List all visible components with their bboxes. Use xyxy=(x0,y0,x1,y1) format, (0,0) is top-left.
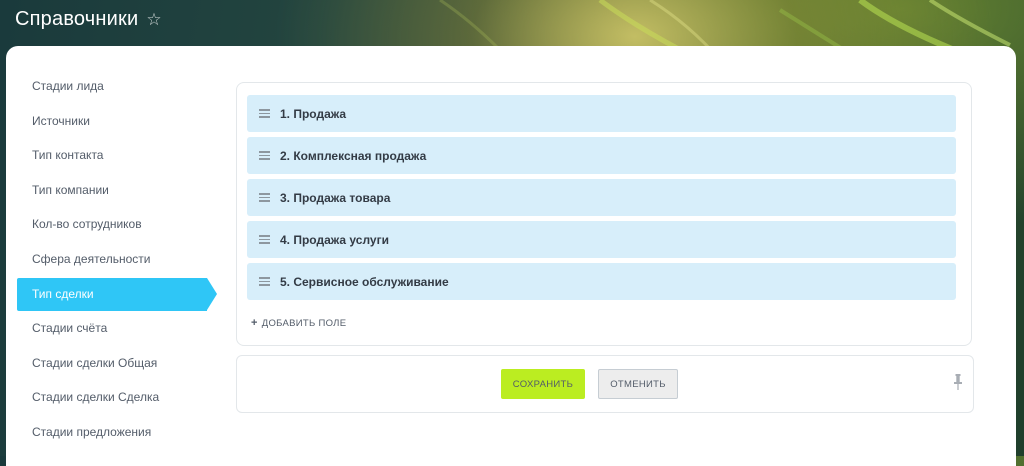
list-item-label: 4. Продажа услуги xyxy=(280,232,389,247)
sidebar-item-sources[interactable]: Источники xyxy=(17,105,207,138)
pin-icon[interactable] xyxy=(953,374,963,390)
sidebar-item-deal-stages-general[interactable]: Стадии сделки Общая xyxy=(17,347,207,380)
sidebar-item-invoice-stages[interactable]: Стадии счёта xyxy=(17,312,207,345)
main-panel: Стадии лида Источники Тип контакта Тип к… xyxy=(6,46,1016,466)
sidebar-item-industry[interactable]: Сфера деятельности xyxy=(17,243,207,276)
plus-icon: + xyxy=(251,317,258,329)
cancel-button[interactable]: Отменить xyxy=(598,369,678,399)
sidebar-item-deal-type[interactable]: Тип сделки xyxy=(17,277,217,311)
drag-handle-icon[interactable] xyxy=(259,235,270,244)
sidebar-item-deal-stages-deal[interactable]: Стадии сделки Сделка xyxy=(17,381,207,414)
list-item[interactable]: 2. Комплексная продажа xyxy=(247,137,956,174)
list-item-label: 2. Комплексная продажа xyxy=(280,148,427,163)
sidebar-item-quote-stages[interactable]: Стадии предложения xyxy=(17,416,207,449)
add-field-link[interactable]: + добавить поле xyxy=(251,317,346,329)
list-item[interactable]: 4. Продажа услуги xyxy=(247,221,956,258)
list-item[interactable]: 1. Продажа xyxy=(247,95,956,132)
list-item[interactable]: 3. Продажа товара xyxy=(247,179,956,216)
save-button[interactable]: Сохранить xyxy=(501,369,585,399)
sidebar-item-company-type[interactable]: Тип компании xyxy=(17,174,207,207)
sidebar-item-lead-stages[interactable]: Стадии лида xyxy=(17,70,207,103)
deal-type-list: 1. Продажа 2. Комплексная продажа 3. Про… xyxy=(236,82,972,346)
page-title: Справочники ☆ xyxy=(15,8,162,31)
list-item-label: 3. Продажа товара xyxy=(280,190,391,205)
list-item[interactable]: 5. Сервисное обслуживание xyxy=(247,263,956,300)
list-item-label: 5. Сервисное обслуживание xyxy=(280,274,449,289)
drag-handle-icon[interactable] xyxy=(259,109,270,118)
star-icon[interactable]: ☆ xyxy=(146,10,161,30)
drag-handle-icon[interactable] xyxy=(259,193,270,202)
sidebar: Стадии лида Источники Тип контакта Тип к… xyxy=(17,70,217,451)
action-bar: Сохранить Отменить xyxy=(236,355,974,413)
drag-handle-icon[interactable] xyxy=(259,277,270,286)
page-title-text: Справочники xyxy=(15,8,139,30)
sidebar-item-contact-type[interactable]: Тип контакта xyxy=(17,139,207,172)
sidebar-item-employees[interactable]: Кол-во сотрудников xyxy=(17,208,207,241)
drag-handle-icon[interactable] xyxy=(259,151,270,160)
list-item-label: 1. Продажа xyxy=(280,106,347,121)
